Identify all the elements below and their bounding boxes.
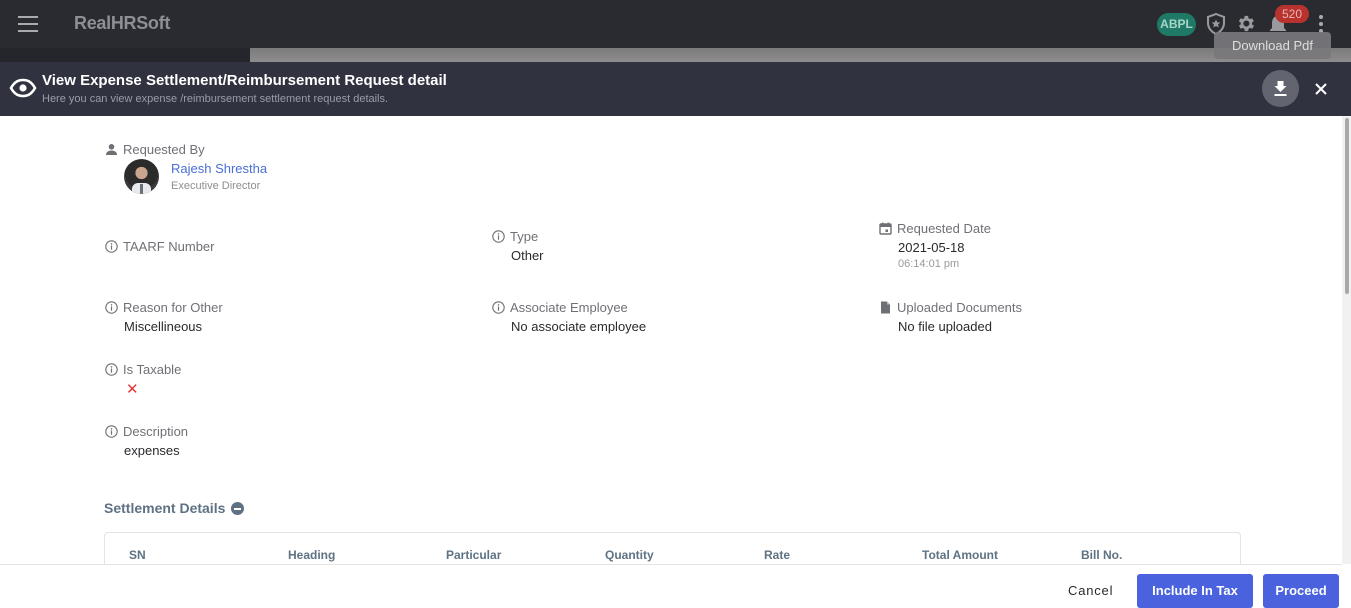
column-header-rate: Rate (764, 548, 791, 562)
info-icon (492, 301, 505, 314)
download-icon (1274, 81, 1287, 96)
field-requested-date: Requested Date 2021-05-18 06:14:01 pm (879, 220, 991, 270)
requested-time-value: 06:14:01 pm (898, 258, 960, 270)
top-navbar: RealHRSoft ABPL 520 (0, 0, 1351, 48)
column-header-total-amount: Total Amount (922, 548, 998, 562)
field-description: Description expenses (105, 423, 188, 458)
info-icon (492, 230, 505, 243)
field-type: Type Other (492, 228, 544, 263)
eye-icon (9, 76, 37, 105)
sidebar-backdrop (0, 48, 250, 62)
field-uploaded-documents: Uploaded Documents No file uploaded (879, 299, 1022, 334)
column-header-bill-no: Bill No. (1081, 548, 1123, 562)
field-reason-for-other: Reason for Other Miscellineous (105, 299, 223, 334)
organization-badge[interactable]: ABPL (1157, 13, 1196, 36)
cancel-button[interactable]: Cancel (1068, 583, 1113, 598)
close-icon (1315, 83, 1327, 95)
field-taarf-number: TAARF Number (105, 238, 215, 258)
download-pdf-tooltip: Download Pdf (1214, 32, 1331, 59)
page-backdrop (250, 48, 1351, 62)
collapse-minus-icon[interactable] (231, 501, 245, 515)
modal-header: View Expense Settlement/Reimbursement Re… (0, 62, 1351, 116)
modal-footer: Cancel Include In Tax Proceed (0, 564, 1342, 608)
field-requested-by: Requested By (105, 141, 205, 158)
settlement-details-heading: Settlement Details (104, 500, 245, 516)
description-value: expenses (124, 443, 180, 458)
info-icon (105, 363, 118, 376)
associate-employee-label: Associate Employee (510, 300, 628, 315)
column-header-quantity: Quantity (605, 548, 654, 562)
modal-subtitle: Here you can view expense /reimbursement… (42, 93, 389, 105)
type-label: Type (510, 229, 539, 244)
document-icon (881, 301, 890, 314)
info-icon (105, 425, 118, 438)
taarf-number-label: TAARF Number (123, 239, 215, 254)
is-taxable-label: Is Taxable (123, 362, 182, 377)
uploaded-documents-label: Uploaded Documents (897, 300, 1023, 315)
reason-for-other-label: Reason for Other (123, 300, 223, 315)
requester-role: Executive Director (171, 180, 261, 192)
type-value: Other (511, 248, 544, 263)
calendar-icon (879, 222, 892, 235)
modal-title: View Expense Settlement/Reimbursement Re… (42, 72, 447, 89)
requester-name-link[interactable]: Rajesh Shrestha (171, 161, 267, 176)
column-header-sn: SN (129, 548, 146, 562)
person-icon (106, 144, 117, 155)
column-header-heading: Heading (288, 548, 336, 562)
proceed-button[interactable]: Proceed (1263, 574, 1339, 608)
info-icon (105, 240, 118, 253)
settlement-details-title: Settlement Details (104, 500, 226, 516)
close-modal-button[interactable] (1311, 79, 1331, 99)
not-taxable-cross-icon: ✕ (126, 381, 139, 398)
associate-employee-value: No associate employee (511, 319, 647, 334)
requested-date-value: 2021-05-18 (898, 240, 965, 255)
brand-logo[interactable]: RealHRSoft (74, 13, 170, 34)
uploaded-documents-value: No file uploaded (898, 319, 992, 334)
field-associate-employee: Associate Employee No associate employee (492, 299, 646, 334)
avatar (124, 159, 159, 194)
info-icon (105, 301, 118, 314)
requested-date-label: Requested Date (897, 221, 991, 236)
field-is-taxable: Is Taxable (105, 361, 181, 378)
requested-by-label: Requested By (123, 142, 205, 157)
include-in-tax-button[interactable]: Include In Tax (1137, 574, 1253, 608)
download-pdf-button[interactable] (1262, 70, 1299, 107)
notification-count-badge: 520 (1275, 5, 1309, 23)
reason-for-other-value: Miscellineous (124, 319, 203, 334)
column-header-particular: Particular (446, 548, 502, 562)
scrollbar-thumb[interactable] (1345, 118, 1349, 294)
hamburger-menu-icon[interactable] (18, 16, 38, 32)
description-label: Description (123, 424, 189, 439)
